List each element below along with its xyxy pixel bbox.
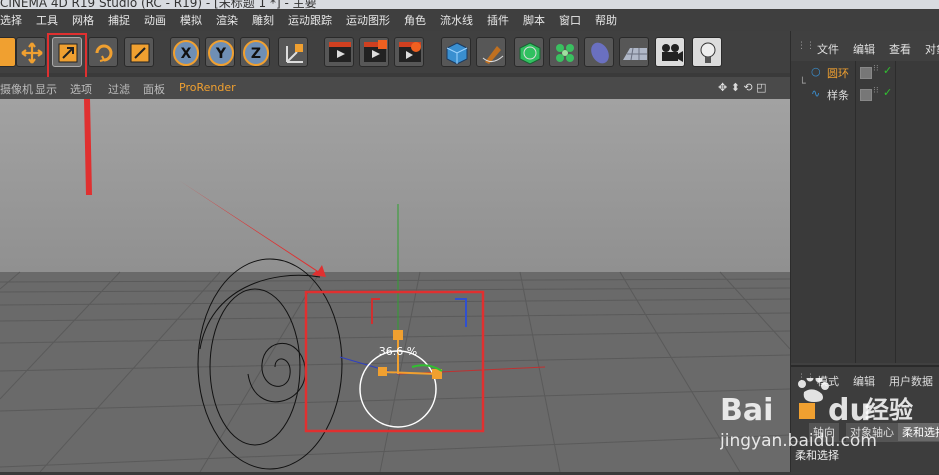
baidu-watermark: Bai du 经验 jingyan.baidu.com: [719, 374, 939, 472]
render-settings-icon[interactable]: [394, 37, 424, 67]
object-row-torus[interactable]: ○ 圆环 ⁝⁝ ✓: [799, 63, 939, 81]
menu-bar: 选择 工具 网格 捕捉 动画 模拟 渲染 雕刻 运动跟踪 运动图形 角色 流水线…: [0, 9, 939, 31]
floor-icon[interactable]: [619, 37, 649, 67]
render-to-picture-viewer-icon[interactable]: [359, 37, 389, 67]
world-coordinates-icon[interactable]: [278, 37, 308, 67]
watermark-url: jingyan.baidu.com: [720, 431, 877, 451]
spline-icon: ∿: [811, 87, 821, 100]
scale-handle-z[interactable]: [378, 367, 387, 376]
menu-item-plugins[interactable]: 插件: [487, 12, 509, 28]
menu-item-character[interactable]: 角色: [404, 12, 426, 28]
move-icon[interactable]: [16, 37, 46, 67]
watermark-brand-cn: 经验: [865, 396, 913, 424]
menu-item-render[interactable]: 渲染: [216, 12, 238, 28]
menu-item-simulate[interactable]: 模拟: [180, 12, 202, 28]
viewport-canvas[interactable]: 36.6 %: [0, 99, 790, 472]
object-name-spline: 样条: [827, 89, 849, 102]
tag-dots-icon: ⁝⁝: [873, 64, 879, 74]
objects-tab-file[interactable]: 文件: [817, 41, 839, 57]
cloner-icon[interactable]: [549, 37, 579, 67]
menu-item-motion-tracking[interactable]: 运动跟踪: [288, 12, 332, 28]
live-select-icon[interactable]: [124, 37, 154, 67]
visibility-toggle[interactable]: [860, 89, 872, 101]
viewport-menu-display[interactable]: 显示: [35, 81, 57, 97]
x-axis-icon[interactable]: X: [170, 37, 200, 67]
viewport-navigation-icons[interactable]: ✥ ⬍ ⟲ ◰: [718, 81, 767, 94]
cube-icon[interactable]: [441, 37, 471, 67]
circle-spline-icon: ○: [811, 65, 821, 78]
object-name-torus: 圆环: [827, 67, 849, 80]
pen-icon[interactable]: [476, 37, 506, 67]
viewport-menu-bar: 摄像机 显示 选项 过滤 面板 ProRender ✥ ⬍ ⟲ ◰: [0, 77, 790, 99]
viewport-menu-filter[interactable]: 过滤: [108, 81, 130, 97]
rotate-icon[interactable]: [88, 37, 118, 67]
check-icon[interactable]: ✓: [883, 86, 892, 99]
object-list: ○ 圆环 ⁝⁝ ✓ └ ∿ 样条 ⁝⁝ ✓: [791, 61, 939, 363]
menu-item-animate[interactable]: 动画: [144, 12, 166, 28]
scale-handle-y[interactable]: [393, 330, 403, 340]
viewport-menu-prorender[interactable]: ProRender: [179, 81, 236, 94]
viewport-menu-options[interactable]: 选项: [70, 81, 92, 97]
deformer-icon[interactable]: [584, 37, 614, 67]
menu-item-select[interactable]: 选择: [0, 12, 22, 28]
menu-item-script[interactable]: 脚本: [523, 12, 545, 28]
3d-viewport[interactable]: 36.6 %: [0, 99, 790, 472]
menu-item-mograph[interactable]: 运动图形: [346, 12, 390, 28]
menu-item-help[interactable]: 帮助: [595, 12, 617, 28]
viewport-menu-cameras[interactable]: 摄像机: [0, 81, 33, 97]
menu-item-mesh[interactable]: 网格: [72, 12, 94, 28]
scale-percentage: 36.6 %: [379, 345, 417, 358]
menu-item-pipeline[interactable]: 流水线: [440, 12, 473, 28]
subdivision-icon[interactable]: [514, 37, 544, 67]
check-icon[interactable]: ✓: [883, 64, 892, 77]
light-icon[interactable]: [692, 37, 722, 67]
objects-tab-objects[interactable]: 对象: [925, 41, 939, 57]
x-axis-label: X: [181, 46, 192, 62]
menu-item-window[interactable]: 窗口: [559, 12, 581, 28]
window-title: CINEMA 4D R19 Studio (RC - R19) - [未标题 1…: [0, 0, 317, 9]
y-axis-label: Y: [215, 46, 227, 62]
menu-item-sculpt[interactable]: 雕刻: [252, 12, 274, 28]
visibility-toggle[interactable]: [860, 67, 872, 79]
watermark-brand: Bai: [720, 393, 773, 428]
menu-item-tools[interactable]: 工具: [36, 12, 58, 28]
menu-item-snap[interactable]: 捕捉: [108, 12, 130, 28]
viewport-menu-panel[interactable]: 面板: [143, 81, 165, 97]
panel-grip-icon: ⋮⋮: [797, 41, 815, 51]
undo-icon[interactable]: [0, 37, 16, 67]
objects-tab-view[interactable]: 查看: [889, 41, 911, 57]
main-toolbar: X Y Z: [0, 31, 790, 96]
z-axis-icon[interactable]: Z: [240, 37, 270, 67]
render-view-icon[interactable]: [324, 37, 354, 67]
hierarchy-line-icon: └: [799, 77, 806, 90]
z-axis-label: Z: [251, 46, 261, 62]
camera-icon[interactable]: [655, 37, 685, 67]
objects-tab-edit[interactable]: 编辑: [853, 41, 875, 57]
y-axis-icon[interactable]: Y: [205, 37, 235, 67]
object-row-spline[interactable]: └ ∿ 样条 ⁝⁝ ✓: [799, 77, 939, 103]
window-title-bar: CINEMA 4D R19 Studio (RC - R19) - [未标题 1…: [0, 0, 939, 9]
tag-dots-icon: ⁝⁝: [873, 86, 879, 96]
